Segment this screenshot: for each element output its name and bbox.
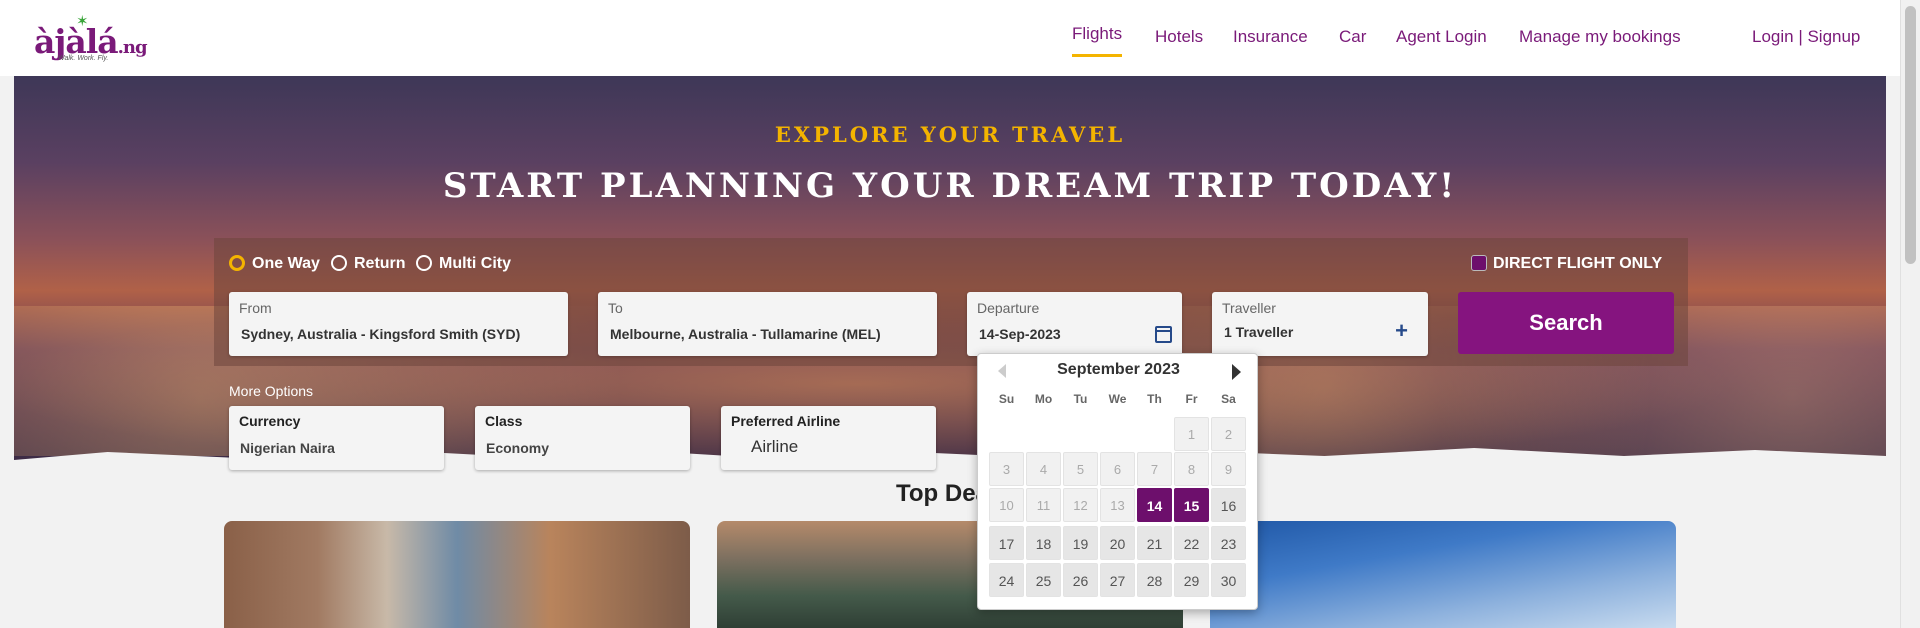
trip-type-label: Multi City	[439, 255, 511, 272]
departure-datepicker: September 2023 Su Mo Tu We Th Fr Sa 1 2 3 4 5 6 7 8 9 10…	[977, 353, 1258, 610]
airline-label: Preferred Airline	[731, 413, 841, 429]
currency-label: Currency	[239, 413, 301, 429]
radio-icon-selected	[229, 254, 245, 271]
calendar-month-title: September 2023	[1057, 361, 1180, 378]
hero-headline: START PLANNING YOUR DREAM TRIP TODAY!	[442, 166, 1458, 206]
to-label: To	[608, 300, 623, 316]
calendar-day: 1	[1174, 417, 1209, 451]
traveller-label: Traveller	[1222, 300, 1276, 316]
calendar-day: 7	[1137, 452, 1172, 486]
radio-icon	[331, 254, 347, 271]
weekday-label: Su	[998, 392, 1015, 406]
calendar-day[interactable]: 28	[1137, 563, 1172, 597]
departure-value: 14-Sep-2023	[979, 326, 1061, 342]
calendar-day[interactable]: 15	[1174, 488, 1209, 522]
to-value: Melbourne, Australia - Tullamarine (MEL)	[610, 326, 881, 342]
trip-type-one-way[interactable]: One Way	[229, 254, 320, 273]
weekday-label: Fr	[1185, 392, 1198, 406]
calendar-day[interactable]: 14	[1137, 488, 1172, 522]
checkbox-icon	[1471, 254, 1487, 271]
calendar-day: 13	[1100, 488, 1135, 522]
class-select[interactable]: Class Economy	[475, 406, 690, 470]
logo-tld: .ng	[117, 37, 148, 58]
weekday-label: Tu	[1073, 392, 1088, 406]
from-field[interactable]: From Sydney, Australia - Kingsford Smith…	[229, 292, 568, 356]
nav-login-signup[interactable]: Login | Signup	[1752, 27, 1860, 47]
calendar-day[interactable]: 17	[989, 526, 1024, 560]
logo-tagline: Walk. Work. Fly.	[58, 55, 109, 62]
traveller-value: 1 Traveller	[1224, 324, 1294, 340]
airline-input[interactable]: Airline	[751, 437, 798, 457]
calendar-day[interactable]: 24	[989, 563, 1024, 597]
calendar-day: 5	[1063, 452, 1098, 486]
calendar-day[interactable]: 21	[1137, 526, 1172, 560]
calendar-day[interactable]: 16	[1211, 488, 1246, 522]
calendar-icon[interactable]	[1155, 326, 1172, 343]
trip-type-label: One Way	[252, 255, 320, 272]
calendar-day[interactable]: 23	[1211, 526, 1246, 560]
site-logo[interactable]: ✶ àjàlá.ng Walk. Work. Fly.	[30, 12, 148, 64]
departure-label: Departure	[977, 300, 1040, 316]
search-button[interactable]: Search	[1458, 292, 1674, 354]
trip-type-return[interactable]: Return	[331, 254, 406, 273]
weekday-label: We	[1108, 392, 1127, 406]
class-label: Class	[485, 413, 523, 429]
next-month-icon[interactable]	[1232, 364, 1241, 380]
scrollbar-thumb[interactable]	[1905, 6, 1916, 264]
nav-agent-login[interactable]: Agent Login	[1396, 27, 1487, 47]
calendar-day: 2	[1211, 417, 1246, 451]
from-label: From	[239, 300, 272, 316]
radio-icon	[416, 254, 432, 271]
from-value: Sydney, Australia - Kingsford Smith (SYD…	[241, 326, 521, 342]
calendar-day: 9	[1211, 452, 1246, 486]
calendar-day: 10	[989, 488, 1024, 522]
trip-type-multi-city[interactable]: Multi City	[416, 254, 511, 273]
calendar-day[interactable]: 20	[1100, 526, 1135, 560]
nav-car[interactable]: Car	[1339, 27, 1366, 47]
site-header: ✶ àjàlá.ng Walk. Work. Fly. Flights Hote…	[0, 0, 1900, 76]
plus-icon[interactable]: +	[1395, 318, 1408, 344]
currency-value: Nigerian Naira	[240, 440, 335, 456]
weekday-label: Mo	[1034, 392, 1053, 406]
departure-field[interactable]: Departure 14-Sep-2023	[967, 292, 1182, 356]
page-scrollbar[interactable]	[1900, 0, 1920, 628]
deal-card-tower[interactable]	[1210, 521, 1676, 628]
calendar-day[interactable]: 25	[1026, 563, 1061, 597]
calendar-day[interactable]: 19	[1063, 526, 1098, 560]
currency-select[interactable]: Currency Nigerian Naira	[229, 406, 444, 470]
preferred-airline-field[interactable]: Preferred Airline Airline	[721, 406, 936, 470]
calendar-day: 6	[1100, 452, 1135, 486]
calendar-day: 11	[1026, 488, 1061, 522]
trip-type-label: Return	[354, 255, 406, 272]
traveller-field[interactable]: Traveller 1 Traveller +	[1212, 292, 1428, 356]
direct-flight-label: DIRECT FLIGHT ONLY	[1493, 255, 1663, 272]
calendar-day[interactable]: 29	[1174, 563, 1209, 597]
nav-flights[interactable]: Flights	[1072, 24, 1123, 57]
more-options-label: More Options	[229, 383, 314, 399]
calendar-day[interactable]: 27	[1100, 563, 1135, 597]
hero-eyebrow: EXPLORE YOUR TRAVEL	[774, 122, 1126, 147]
deal-card-new-york[interactable]	[224, 521, 690, 628]
calendar-day[interactable]: 30	[1211, 563, 1246, 597]
calendar-day: 3	[989, 452, 1024, 486]
nav-insurance[interactable]: Insurance	[1233, 27, 1308, 47]
to-field[interactable]: To Melbourne, Australia - Tullamarine (M…	[598, 292, 937, 356]
calendar-day[interactable]: 18	[1026, 526, 1061, 560]
calendar-day: 4	[1026, 452, 1061, 486]
weekday-label: Sa	[1221, 392, 1236, 406]
direct-flight-toggle[interactable]: DIRECT FLIGHT ONLY	[1471, 254, 1663, 273]
nav-hotels[interactable]: Hotels	[1155, 27, 1203, 47]
calendar-day[interactable]: 26	[1063, 563, 1098, 597]
calendar-day[interactable]: 22	[1174, 526, 1209, 560]
class-value: Economy	[486, 440, 550, 456]
nav-manage-bookings[interactable]: Manage my bookings	[1519, 27, 1681, 47]
calendar-day: 12	[1063, 488, 1098, 522]
weekday-label: Th	[1147, 392, 1162, 406]
calendar-day: 8	[1174, 452, 1209, 486]
